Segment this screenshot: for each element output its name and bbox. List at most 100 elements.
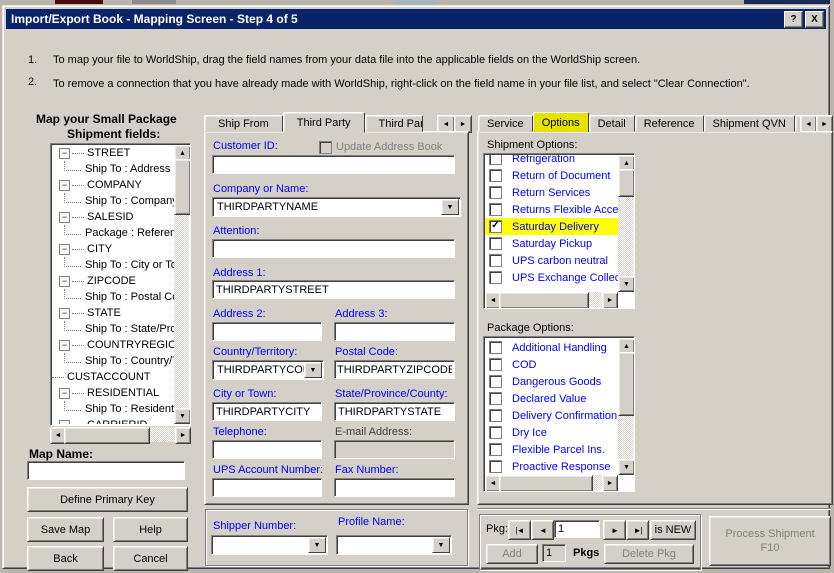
tree-field-row[interactable]: − STREET — [52, 145, 174, 161]
pkg-last-button[interactable]: ►| — [626, 520, 649, 540]
help-button[interactable]: ? — [784, 10, 803, 28]
option-checkbox[interactable]: ✓ — [489, 254, 502, 267]
dropdown-arrow-icon[interactable]: ▼ — [441, 199, 459, 215]
package-option-row[interactable]: ✓ Declared Value — [485, 390, 618, 407]
options-tab[interactable]: Reference — [634, 115, 704, 132]
tree-collapse-icon[interactable]: − — [59, 211, 70, 223]
option-checkbox[interactable]: ✓ — [489, 443, 502, 456]
dropdown-arrow-icon[interactable]: ▼ — [308, 537, 326, 553]
tree-field-row[interactable]: − CARRIERID — [52, 417, 174, 424]
scroll-right-icon[interactable]: ► — [175, 427, 191, 444]
package-option-row[interactable]: ✓ Dangerous Goods — [485, 373, 618, 390]
cancel-button[interactable]: Cancel — [113, 546, 188, 571]
option-checkbox[interactable]: ✓ — [489, 186, 502, 199]
option-checkbox[interactable]: ✓ — [489, 358, 502, 371]
pkg-number-input[interactable] — [554, 520, 600, 538]
tree-mapping-row[interactable]: Ship To : Address 1 — [52, 161, 174, 177]
package-options-hthumb[interactable] — [499, 475, 593, 491]
help-button-left[interactable]: Help — [113, 517, 188, 542]
options-tab[interactable]: Packa — [794, 115, 800, 132]
address-tab[interactable]: Third Party — [282, 112, 365, 133]
option-checkbox[interactable]: ✓ — [489, 426, 502, 439]
option-checkbox[interactable]: ✓ — [489, 220, 502, 233]
address-tab[interactable]: Third Party — [364, 115, 423, 132]
option-checkbox[interactable]: ✓ — [489, 237, 502, 250]
state-province-input[interactable] — [334, 402, 455, 421]
tree-mapping-row[interactable]: Package : Reference — [52, 225, 174, 241]
package-option-row[interactable]: ✓ COD — [485, 356, 618, 373]
option-checkbox[interactable]: ✓ — [489, 271, 502, 284]
scroll-right-icon[interactable]: ► — [602, 292, 618, 308]
tree-mapping-row[interactable]: Ship To : City or Town — [52, 257, 174, 273]
options-tab[interactable]: Detail — [588, 115, 635, 132]
package-option-row[interactable]: ✓ Delivery Confirmation — [485, 407, 618, 424]
option-checkbox[interactable]: ✓ — [489, 392, 502, 405]
address2-input[interactable] — [212, 322, 322, 341]
package-options-hscrollbar[interactable]: ◄ ► — [485, 475, 618, 491]
pkg-next-button[interactable]: ► — [603, 520, 626, 540]
options-tab[interactable]: Service — [478, 115, 533, 132]
package-options-vthumb[interactable] — [618, 352, 634, 416]
tree-collapse-icon[interactable]: − — [59, 307, 70, 319]
option-checkbox[interactable]: ✓ — [489, 341, 502, 354]
fax-number-input[interactable] — [334, 478, 455, 497]
dropdown-arrow-icon[interactable]: ▼ — [432, 537, 450, 553]
tree-mapping-row[interactable]: Ship To : Postal Code — [52, 289, 174, 305]
shipment-options-list[interactable]: ✓ Refrigeration ✓ Return of Document ✓ R… — [483, 153, 635, 309]
package-option-row[interactable]: ✓ Proactive Response — [485, 458, 618, 475]
scroll-down-icon[interactable]: ▼ — [174, 408, 190, 424]
address1-input[interactable] — [212, 280, 455, 299]
package-option-row[interactable]: ✓ Dry Ice — [485, 424, 618, 441]
customer-id-input[interactable] — [212, 155, 455, 174]
options-tab[interactable]: Shipment QVN — [703, 115, 795, 132]
tree-field-row[interactable]: − COMPANY — [52, 177, 174, 193]
dropdown-arrow-icon[interactable]: ▼ — [304, 362, 322, 378]
option-checkbox[interactable]: ✓ — [489, 155, 502, 165]
option-checkbox[interactable]: ✓ — [489, 409, 502, 422]
scroll-down-icon[interactable]: ▼ — [618, 276, 634, 292]
postal-code-input[interactable] — [334, 360, 455, 379]
tree-field-row[interactable]: − RESIDENTIAL — [52, 385, 174, 401]
option-checkbox[interactable]: ✓ — [489, 169, 502, 182]
back-button[interactable]: Back — [27, 546, 104, 571]
address-tab[interactable]: Ship From — [204, 115, 283, 132]
tree-field-row[interactable]: − STATE — [52, 305, 174, 321]
shipment-option-row[interactable]: ✓ Refrigeration — [485, 155, 618, 167]
company-or-name-combo[interactable]: THIRDPARTYNAME ▼ — [212, 197, 461, 217]
shipment-options-hscrollbar[interactable]: ◄ ► — [485, 292, 618, 308]
package-options-vscrollbar[interactable]: ▲ ▼ — [618, 338, 634, 475]
tree-collapse-icon[interactable]: − — [59, 419, 70, 424]
attention-input[interactable] — [212, 239, 455, 258]
pkg-prev-button[interactable]: ◄ — [531, 520, 554, 540]
tree-mapping-row[interactable]: Ship To : Company or — [52, 193, 174, 209]
shipment-options-vscrollbar[interactable]: ▲ ▼ — [618, 155, 634, 292]
tree-collapse-icon[interactable]: − — [59, 387, 70, 399]
tree-field-row[interactable]: − CITY — [52, 241, 174, 257]
shipment-options-vthumb[interactable] — [618, 169, 634, 197]
package-option-row[interactable]: ✓ Flexible Parcel Ins. — [485, 441, 618, 458]
option-checkbox[interactable]: ✓ — [489, 460, 502, 473]
shipment-options-hthumb[interactable] — [499, 292, 589, 308]
tree-collapse-icon[interactable]: − — [59, 275, 70, 287]
tree-collapse-icon[interactable]: − — [59, 339, 70, 351]
shipment-option-row[interactable]: ✓ Return Services — [485, 184, 618, 201]
tree-vscroll-thumb[interactable] — [174, 159, 190, 215]
define-primary-key-button[interactable]: Define Primary Key — [27, 487, 188, 512]
tree-field-row[interactable]: − COUNTRYREGIONID — [52, 337, 174, 353]
tree-collapse-icon[interactable]: − — [59, 147, 70, 159]
options-tab[interactable]: Options — [532, 112, 589, 132]
close-button[interactable]: X — [805, 10, 824, 28]
tree-mapping-row[interactable]: Ship To : Country/Te — [52, 353, 174, 369]
shipment-option-row[interactable]: ✓ UPS Exchange Collect — [485, 269, 618, 286]
shipment-option-row[interactable]: ✓ Return of Document — [485, 167, 618, 184]
shipment-option-row[interactable]: ✓ Saturday Pickup — [485, 235, 618, 252]
tree-hscrollbar[interactable]: ◄ ► — [50, 427, 191, 444]
tree-field-row[interactable]: − CUSTACCOUNT — [52, 369, 174, 385]
shipment-option-row[interactable]: ✓ Returns Flexible Access — [485, 201, 618, 218]
tree-mapping-row[interactable]: Ship To : Residential — [52, 401, 174, 417]
option-checkbox[interactable]: ✓ — [489, 203, 502, 216]
shipment-option-row[interactable]: ✓ UPS carbon neutral — [485, 252, 618, 269]
shipper-number-combo[interactable]: ▼ — [211, 535, 328, 555]
profile-name-combo[interactable]: ▼ — [336, 535, 452, 555]
tree-vscrollbar[interactable]: ▲ ▼ — [174, 145, 190, 424]
